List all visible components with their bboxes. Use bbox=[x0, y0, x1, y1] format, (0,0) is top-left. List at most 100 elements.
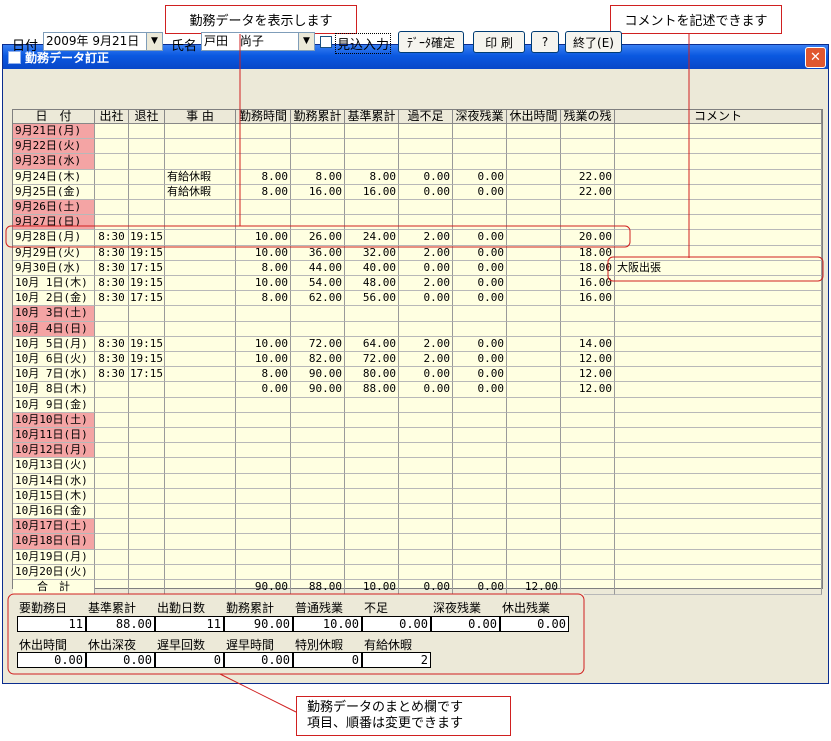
cell-diff[interactable] bbox=[399, 443, 453, 459]
cell-cum[interactable] bbox=[291, 412, 345, 428]
cell-in[interactable] bbox=[95, 564, 129, 580]
cell-late[interactable] bbox=[453, 458, 507, 474]
cell-comment[interactable] bbox=[615, 321, 822, 337]
cell-late[interactable] bbox=[453, 412, 507, 428]
cell-in[interactable]: 8:30 bbox=[95, 336, 129, 352]
cell-date[interactable]: 10月17日(土) bbox=[13, 519, 95, 535]
cell-comment[interactable] bbox=[615, 397, 822, 413]
cell-rem[interactable] bbox=[561, 534, 615, 550]
cell-rem[interactable] bbox=[561, 397, 615, 413]
cell-cum[interactable] bbox=[291, 215, 345, 231]
cell-work[interactable]: 10.00 bbox=[236, 276, 291, 292]
cell-late[interactable] bbox=[453, 215, 507, 231]
cell-base[interactable]: 40.00 bbox=[345, 260, 399, 276]
cell-late[interactable] bbox=[453, 428, 507, 444]
cell-diff[interactable] bbox=[399, 397, 453, 413]
cell-late[interactable] bbox=[453, 306, 507, 322]
cell-rem[interactable] bbox=[561, 139, 615, 155]
cell-comment[interactable] bbox=[615, 336, 822, 352]
cell-date[interactable]: 9月29日(火) bbox=[13, 245, 95, 261]
cell-work[interactable] bbox=[236, 534, 291, 550]
cell-comment[interactable]: 大阪出張 bbox=[615, 260, 822, 276]
cell-date[interactable]: 10月 6日(火) bbox=[13, 352, 95, 368]
cell-comment[interactable] bbox=[615, 139, 822, 155]
cell-out[interactable] bbox=[129, 428, 165, 444]
table-row[interactable]: 10月 8日(木) 0.00 90.00 88.00 0.00 0.00 12.00 bbox=[13, 382, 822, 398]
cell-date[interactable]: 10月14日(水) bbox=[13, 473, 95, 489]
cell-comment[interactable] bbox=[615, 428, 822, 444]
cell-comment[interactable] bbox=[615, 564, 822, 580]
cell-work[interactable]: 10.00 bbox=[236, 230, 291, 246]
cell-rem[interactable]: 12.00 bbox=[561, 352, 615, 368]
cell-cum[interactable] bbox=[291, 428, 345, 444]
cell-comment[interactable] bbox=[615, 580, 822, 596]
cell-date[interactable]: 9月28日(月) bbox=[13, 230, 95, 246]
chevron-down-icon[interactable]: ▼ bbox=[298, 33, 314, 50]
cell-reason[interactable] bbox=[165, 428, 236, 444]
cell-cum[interactable]: 26.00 bbox=[291, 230, 345, 246]
cell-out[interactable] bbox=[129, 412, 165, 428]
table-row[interactable]: 9月24日(木) 有給休暇 8.00 8.00 8.00 0.00 0.00 22.00 bbox=[13, 169, 822, 185]
cell-out[interactable]: 19:15 bbox=[129, 245, 165, 261]
cell-work[interactable]: 8.00 bbox=[236, 184, 291, 200]
cell-base[interactable] bbox=[345, 564, 399, 580]
table-row[interactable]: 9月21日(月) bbox=[13, 124, 822, 140]
cell-base[interactable] bbox=[345, 488, 399, 504]
cell-hol[interactable] bbox=[507, 215, 561, 231]
cell-late[interactable]: 0.00 bbox=[453, 580, 507, 596]
cell-base[interactable] bbox=[345, 321, 399, 337]
cell-in[interactable]: 8:30 bbox=[95, 245, 129, 261]
cell-rem[interactable] bbox=[561, 504, 615, 520]
cell-date[interactable]: 10月12日(月) bbox=[13, 443, 95, 459]
cell-comment[interactable] bbox=[615, 306, 822, 322]
cell-diff[interactable] bbox=[399, 215, 453, 231]
cell-base[interactable] bbox=[345, 306, 399, 322]
cell-hol[interactable] bbox=[507, 200, 561, 216]
cell-work[interactable]: 8.00 bbox=[236, 169, 291, 185]
cell-diff[interactable]: 2.00 bbox=[399, 276, 453, 292]
cell-in[interactable] bbox=[95, 519, 129, 535]
summary-value[interactable]: 0.00 bbox=[500, 616, 569, 632]
cell-cum[interactable] bbox=[291, 154, 345, 170]
table-row[interactable]: 10月 1日(木) 8:30 19:15 10.00 54.00 48.00 2.00 0.0… bbox=[13, 276, 822, 292]
table-row[interactable]: 10月 9日(金) bbox=[13, 397, 822, 413]
cell-date[interactable]: 9月25日(金) bbox=[13, 184, 95, 200]
cell-reason[interactable] bbox=[165, 260, 236, 276]
cell-late[interactable] bbox=[453, 549, 507, 565]
cell-diff[interactable]: 0.00 bbox=[399, 580, 453, 596]
cell-date[interactable]: 合 計 bbox=[13, 580, 95, 596]
cell-reason[interactable] bbox=[165, 276, 236, 292]
cell-cum[interactable]: 72.00 bbox=[291, 336, 345, 352]
cell-comment[interactable] bbox=[615, 169, 822, 185]
table-row[interactable]: 10月 6日(火) 8:30 19:15 10.00 82.00 72.00 2.00 0.0… bbox=[13, 352, 822, 368]
cell-hol[interactable] bbox=[507, 519, 561, 535]
cell-late[interactable]: 0.00 bbox=[453, 230, 507, 246]
cell-comment[interactable] bbox=[615, 276, 822, 292]
cell-in[interactable] bbox=[95, 124, 129, 140]
cell-cum[interactable] bbox=[291, 458, 345, 474]
cell-comment[interactable] bbox=[615, 519, 822, 535]
cell-diff[interactable]: 0.00 bbox=[399, 382, 453, 398]
cell-reason[interactable] bbox=[165, 458, 236, 474]
cell-cum[interactable] bbox=[291, 139, 345, 155]
cell-cum[interactable] bbox=[291, 306, 345, 322]
cell-rem[interactable]: 18.00 bbox=[561, 245, 615, 261]
table-row[interactable]: 10月17日(土) bbox=[13, 519, 822, 535]
cell-late[interactable]: 0.00 bbox=[453, 291, 507, 307]
cell-date[interactable]: 10月 8日(木) bbox=[13, 382, 95, 398]
cell-hol[interactable] bbox=[507, 245, 561, 261]
table-row[interactable]: 10月13日(火) bbox=[13, 458, 822, 474]
cell-work[interactable] bbox=[236, 564, 291, 580]
cell-late[interactable] bbox=[453, 200, 507, 216]
cell-in[interactable]: 8:30 bbox=[95, 291, 129, 307]
cell-diff[interactable]: 0.00 bbox=[399, 169, 453, 185]
summary-value[interactable]: 0.00 bbox=[431, 616, 500, 632]
mikomi-checkbox[interactable] bbox=[320, 36, 332, 48]
cell-date[interactable]: 10月 3日(土) bbox=[13, 306, 95, 322]
cell-late[interactable] bbox=[453, 154, 507, 170]
cell-out[interactable] bbox=[129, 443, 165, 459]
summary-value[interactable]: 0.00 bbox=[224, 652, 293, 668]
cell-rem[interactable] bbox=[561, 519, 615, 535]
cell-date[interactable]: 9月22日(火) bbox=[13, 139, 95, 155]
cell-reason[interactable] bbox=[165, 215, 236, 231]
